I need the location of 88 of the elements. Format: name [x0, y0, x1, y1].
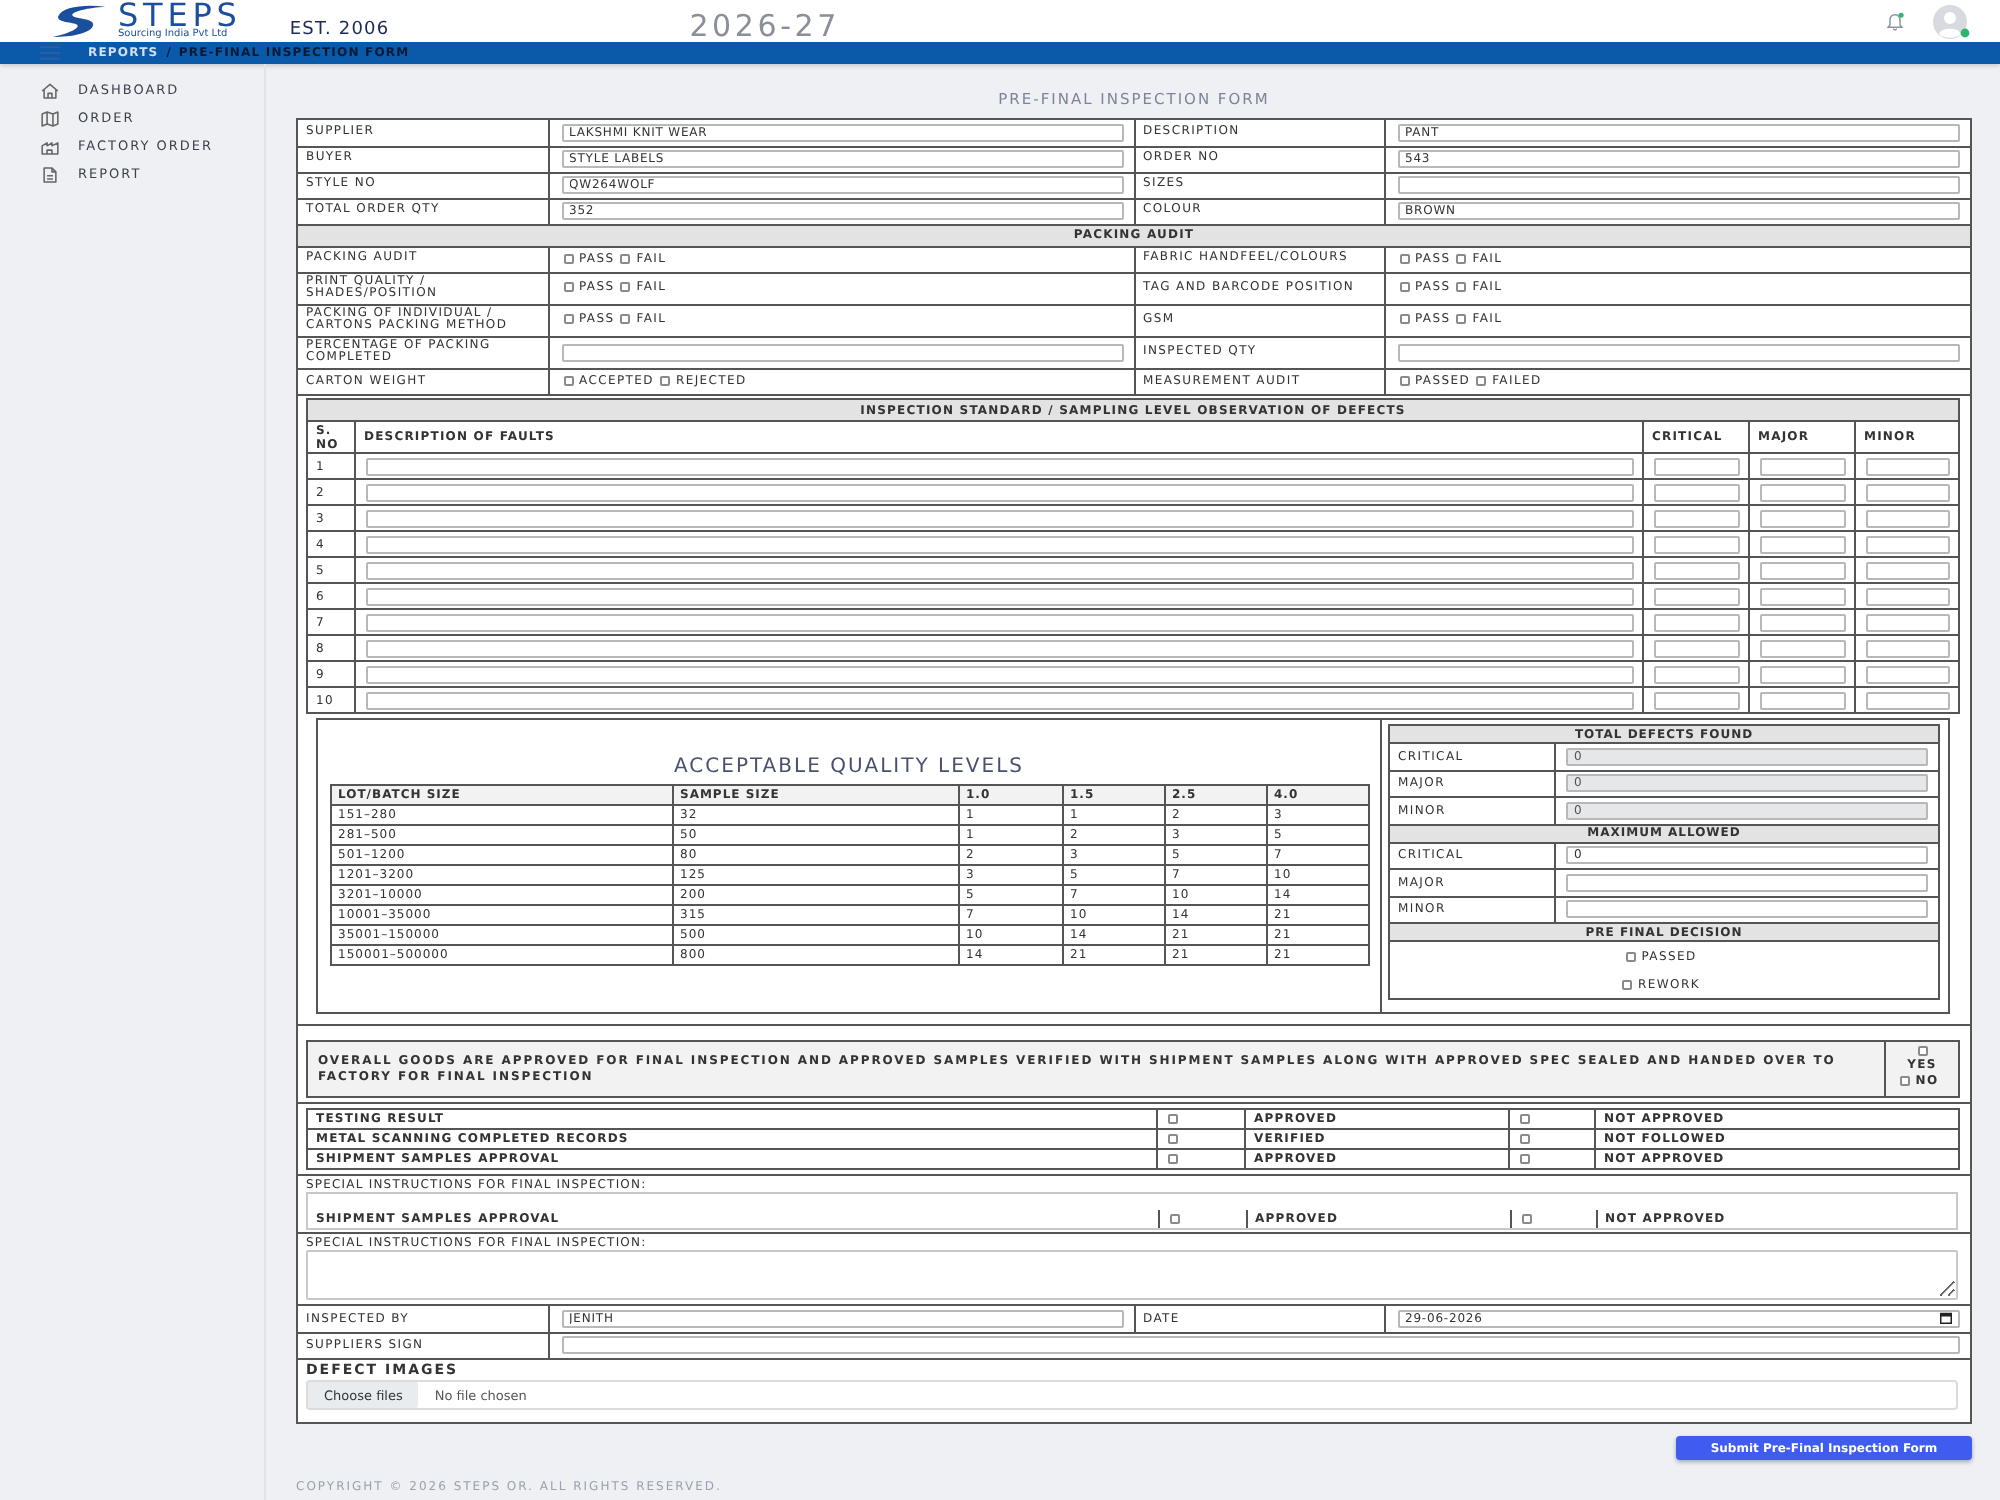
checkbox[interactable]: [1168, 1133, 1178, 1144]
minor-count-field[interactable]: [1866, 561, 1951, 579]
minor-count-field[interactable]: [1866, 665, 1951, 683]
notification-bell-icon[interactable]: [1886, 11, 1904, 31]
major-count-field[interactable]: [1760, 613, 1846, 631]
logo-text: STEPS: [118, 3, 242, 27]
checkbox[interactable]: [563, 282, 573, 293]
text-field[interactable]: [1397, 176, 1960, 194]
document-icon: [40, 165, 60, 183]
checkbox[interactable]: [1169, 1213, 1179, 1224]
text-field[interactable]: [561, 343, 1123, 361]
fault-description-field[interactable]: [366, 613, 1634, 631]
calendar-icon[interactable]: [1940, 1312, 1952, 1325]
checkbox[interactable]: [563, 314, 573, 325]
checkbox[interactable]: [1899, 1076, 1910, 1087]
critical-count-field[interactable]: [1654, 639, 1740, 657]
major-count-field[interactable]: [1760, 665, 1846, 683]
text-field[interactable]: [1397, 343, 1960, 361]
minor-count-field[interactable]: [1866, 509, 1951, 527]
user-avatar-icon[interactable]: [1930, 3, 1974, 39]
logo-swoosh-icon: [50, 4, 108, 38]
major-count-field[interactable]: [1760, 561, 1846, 579]
critical-count-field[interactable]: [1654, 587, 1740, 605]
minor-count-field[interactable]: [1866, 483, 1951, 501]
major-count-field[interactable]: [1760, 509, 1846, 527]
major-count-field[interactable]: [1760, 639, 1846, 657]
checkbox[interactable]: [1168, 1153, 1178, 1164]
fault-description-field[interactable]: [366, 587, 1634, 605]
checkbox[interactable]: [1917, 1046, 1927, 1057]
home-icon: [40, 81, 60, 99]
checkbox[interactable]: [659, 376, 670, 387]
checkbox[interactable]: [563, 253, 573, 264]
critical-count-field[interactable]: [1654, 665, 1740, 683]
fault-description-field[interactable]: [366, 561, 1634, 579]
minor-count-field[interactable]: [1866, 613, 1951, 631]
allowed-count-field[interactable]: [1566, 900, 1929, 919]
checkbox[interactable]: [563, 376, 573, 387]
critical-count-field[interactable]: [1654, 561, 1740, 579]
fault-description-field[interactable]: [366, 691, 1634, 709]
checkbox[interactable]: [1520, 1153, 1530, 1164]
major-count-field[interactable]: [1760, 483, 1846, 501]
fault-description-field[interactable]: [366, 457, 1634, 475]
checkbox[interactable]: [620, 314, 631, 325]
checkbox[interactable]: [1456, 253, 1467, 264]
menu-icon[interactable]: [40, 46, 60, 60]
established-text: EST. 2006: [289, 19, 390, 39]
fault-description-field[interactable]: [366, 639, 1634, 657]
checkbox[interactable]: [1399, 253, 1409, 264]
text-field[interactable]: [561, 1336, 1960, 1355]
checkbox[interactable]: [1456, 282, 1467, 293]
critical-count-field[interactable]: [1654, 457, 1740, 475]
critical-count-field[interactable]: [1654, 483, 1740, 501]
major-count-field[interactable]: [1760, 535, 1846, 553]
checkbox[interactable]: [1520, 1133, 1530, 1144]
checkbox[interactable]: [1399, 376, 1409, 387]
checkbox[interactable]: [1476, 376, 1487, 387]
map-icon: [40, 109, 60, 127]
minor-count-field[interactable]: [1866, 457, 1951, 475]
minor-count-field[interactable]: [1866, 691, 1951, 709]
allowed-count-field[interactable]: [1566, 873, 1929, 892]
checkbox[interactable]: [620, 282, 631, 293]
checkbox[interactable]: [1521, 1213, 1531, 1224]
major-count-field[interactable]: [1760, 691, 1846, 709]
minor-count-field[interactable]: [1866, 535, 1951, 553]
critical-count-field[interactable]: [1654, 691, 1740, 709]
checkbox[interactable]: [1622, 979, 1633, 989]
minor-count-field[interactable]: [1866, 639, 1951, 657]
checkbox[interactable]: [1399, 314, 1409, 325]
checkbox[interactable]: [1520, 1113, 1530, 1124]
fault-description-field[interactable]: [366, 483, 1634, 501]
critical-count-field[interactable]: [1654, 535, 1740, 553]
fault-description-field[interactable]: [366, 509, 1634, 527]
checkbox[interactable]: [1168, 1113, 1178, 1124]
major-count-field[interactable]: [1760, 457, 1846, 475]
season-label: 2026-27: [689, 12, 840, 42]
major-count-field[interactable]: [1760, 587, 1846, 605]
factory-icon: [40, 137, 60, 155]
minor-count-field[interactable]: [1866, 587, 1951, 605]
checkbox[interactable]: [1399, 282, 1409, 293]
critical-count-field[interactable]: [1654, 613, 1740, 631]
checkbox[interactable]: [1625, 951, 1636, 961]
instructions-field[interactable]: [306, 1250, 1958, 1300]
fault-description-field[interactable]: [366, 665, 1634, 683]
critical-count-field[interactable]: [1654, 509, 1740, 527]
fault-description-field[interactable]: [366, 535, 1634, 553]
checkbox[interactable]: [1456, 314, 1467, 325]
aql-title: ACCEPTABLE QUALITY LEVELS: [672, 756, 1026, 780]
checkbox[interactable]: [620, 253, 631, 264]
